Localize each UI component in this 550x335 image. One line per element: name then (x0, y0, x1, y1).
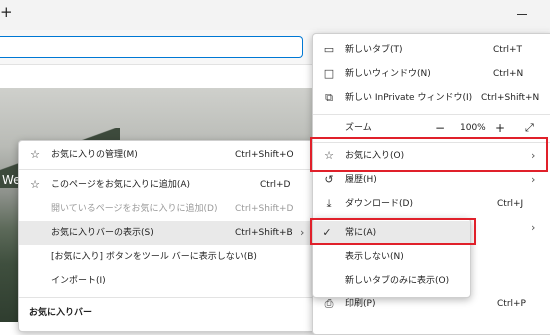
zoom-in-button[interactable]: + (495, 116, 505, 140)
chevron-right-icon: › (531, 173, 536, 186)
separator (19, 169, 315, 170)
import-item[interactable]: インポート(I) (19, 269, 315, 293)
favorites-manage-item[interactable]: ☆ お気に入りの管理(M) Ctrl+Shift+O (19, 143, 315, 167)
star-icon: ☆ (30, 178, 40, 191)
add-page-to-favorites-item[interactable]: ☆ このページをお気に入りに追加(A) Ctrl+D (19, 173, 315, 197)
address-input[interactable] (0, 36, 303, 58)
new-window-icon: □ (323, 67, 335, 80)
favorites-submenu: ☆ お気に入りの管理(M) Ctrl+Shift+O ☆ このページをお気に入り… (18, 140, 316, 332)
fullscreen-icon[interactable]: ⤢ (525, 116, 534, 140)
new-tab-only-item[interactable]: 新しいタブのみに表示(O) (313, 269, 470, 293)
never-show-item[interactable]: 表示しない(N) (313, 245, 470, 269)
new-inprivate-window-item[interactable]: ⧉ 新しい InPrivate ウィンドウ(I) Ctrl+Shift+N (313, 86, 550, 110)
inprivate-window-icon: ⧉ (325, 91, 333, 104)
print-icon: ⎙ (324, 297, 334, 310)
chevron-right-icon: › (300, 226, 305, 239)
always-show-item[interactable]: ✓ 常に(A) (313, 221, 470, 245)
zoom-level: 100% (460, 123, 486, 133)
new-tab-item[interactable]: ▭ 新しいタブ(T) Ctrl+T (313, 38, 550, 62)
zoom-out-button[interactable]: − (435, 116, 445, 140)
show-favorites-bar-item[interactable]: お気に入りバーの表示(S) Ctrl+Shift+B › (19, 221, 315, 245)
checkmark-icon: ✓ (322, 226, 332, 239)
history-item[interactable]: ↺ 履歴(H) › (313, 168, 550, 192)
favorites-bar-section-header: お気に入りバー (29, 308, 93, 318)
chevron-right-icon: › (531, 149, 536, 162)
history-icon: ↺ (324, 173, 334, 186)
chevron-right-icon: › (531, 221, 536, 234)
tab-strip: + (0, 0, 550, 30)
downloads-item[interactable]: ⤓ ダウンロード(D) Ctrl+J (313, 192, 550, 216)
favorites-item[interactable]: ☆ お気に入り(O) › (313, 144, 550, 168)
new-window-item[interactable]: □ 新しいウィンドウ(N) Ctrl+N (313, 62, 550, 86)
zoom-row: ズーム − 100% + ⤢ (313, 116, 550, 140)
hide-favorites-button-item[interactable]: [お気に入り] ボタンをツール バーに表示しない(B) (19, 245, 315, 269)
favorites-icon: ☆ (324, 149, 334, 162)
download-icon: ⤓ (326, 197, 332, 210)
new-tab-icon: ▭ (323, 43, 335, 56)
favorites-bar-submenu: ✓ 常に(A) 表示しない(N) 新しいタブのみに表示(O) (312, 218, 471, 298)
new-tab-button[interactable]: + (0, 2, 13, 22)
add-open-pages-item[interactable]: 開いているページをお気に入りに追加(D) Ctrl+Shift+D (19, 197, 315, 221)
separator (313, 114, 550, 115)
manage-favorites-icon: ☆ (30, 148, 40, 161)
separator (313, 142, 550, 143)
minimize-button[interactable] (517, 8, 529, 20)
separator (19, 297, 315, 298)
